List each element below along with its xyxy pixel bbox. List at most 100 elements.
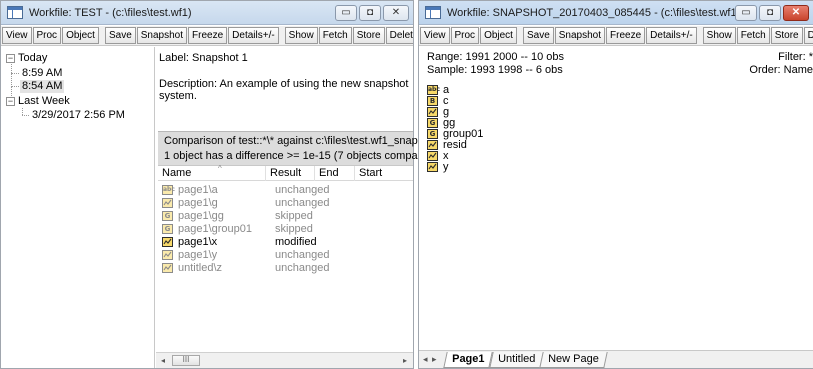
workfile-icon	[425, 6, 441, 19]
toolbar-button-delete[interactable]: Delete	[385, 27, 413, 44]
toolbar-button-proc[interactable]: Proc	[450, 27, 480, 44]
scroll-left-icon[interactable]: ◂	[161, 356, 165, 365]
tree-group-today[interactable]: Today	[18, 52, 47, 65]
tab-page1[interactable]: Page1	[443, 352, 494, 368]
toolbar-button-view[interactable]: View	[420, 27, 450, 44]
title-bar[interactable]: Workfile: TEST - (c:\files\test.wf1) ▭ ◘…	[1, 1, 413, 25]
comparison-row[interactable]: page1\g unchanged	[162, 197, 413, 210]
comparison-result: unchanged	[275, 197, 330, 209]
group-icon: G	[162, 224, 173, 234]
toolbar-button-save[interactable]: Save	[104, 27, 136, 44]
toolbar-button-snapshot[interactable]: Snapshot	[136, 27, 188, 44]
tab-scroll-left-icon[interactable]: ◂	[423, 354, 428, 365]
tab-label: Untitled	[498, 353, 536, 365]
tree-line	[11, 86, 19, 87]
group-icon: G	[427, 129, 438, 139]
restore-button[interactable]: ◘	[359, 4, 381, 21]
toolbar-button-show[interactable]: Show	[702, 27, 736, 44]
toolbar-button-snapshot[interactable]: Snapshot	[554, 27, 606, 44]
object-name: page1\a	[178, 184, 218, 196]
workfile-sample[interactable]: Sample: 1993 1998 -- 6 obs	[427, 64, 563, 76]
tree-line	[11, 64, 12, 87]
comparison-result: unchanged	[275, 262, 330, 274]
close-button[interactable]: ✕	[383, 4, 409, 21]
toolbar-button-show[interactable]: Show	[284, 27, 318, 44]
order-label[interactable]: Order: Name	[749, 64, 813, 77]
series-icon	[427, 151, 438, 161]
toolbar-button-store[interactable]: Store	[770, 27, 803, 44]
object-name: page1\x	[178, 236, 218, 248]
restore-button[interactable]: ◘	[759, 4, 781, 21]
series-icon	[427, 162, 438, 172]
collapse-last-week-button[interactable]: −	[6, 97, 15, 106]
snapshot-description-cont: system.	[159, 90, 197, 102]
toolbar-button-fetch[interactable]: Fetch	[736, 27, 770, 44]
toolbar: View Proc Object Save Snapshot Freeze Details+…	[1, 26, 413, 46]
coefficient-icon: B	[427, 96, 438, 106]
toolbar-button-details-[interactable]: Details+/-	[646, 27, 697, 44]
snapshot-description: Description: An example of using the new…	[159, 78, 409, 90]
comparison-summary: Comparison of test::*\* against c:\files…	[158, 131, 435, 165]
toolbar-button-object[interactable]: Object	[480, 27, 517, 44]
window-title: Workfile: TEST - (c:\files\test.wf1)	[29, 6, 192, 19]
range-row: Range: 1991 2000 -- 10 obs Filter: *	[427, 51, 813, 64]
column-header-start[interactable]: Start	[355, 166, 415, 181]
toolbar-button-proc[interactable]: Proc	[32, 27, 62, 44]
collapse-today-button[interactable]: −	[6, 54, 15, 63]
title-bar[interactable]: Workfile: SNAPSHOT_20170403_085445 - (c:…	[419, 1, 813, 25]
column-header-name[interactable]: Name	[158, 166, 266, 181]
object-name: page1\g	[178, 197, 218, 209]
toolbar-button-fetch[interactable]: Fetch	[318, 27, 352, 44]
object-name: page1\y	[178, 249, 218, 261]
tab-new-page[interactable]: New Page	[539, 352, 608, 368]
toolbar-button-details-[interactable]: Details+/-	[228, 27, 279, 44]
object-name: y	[443, 161, 449, 173]
minimize-button[interactable]: ▭	[335, 4, 357, 21]
toolbar-button-store[interactable]: Store	[352, 27, 385, 44]
page-tabs: ◂ ▸ Page1 Untitled New Page	[419, 350, 813, 368]
alpha-series-icon: abc	[427, 85, 440, 95]
snapshot-tree: − Today 8:59 AM 8:54 AM − Last Week 3/29…	[1, 47, 155, 368]
comparison-row[interactable]: Gpage1\gg skipped	[162, 210, 413, 223]
window-title: Workfile: SNAPSHOT_20170403_085445 - (c:…	[447, 6, 735, 19]
minimize-button[interactable]: ▭	[735, 4, 757, 21]
group-icon: G	[427, 118, 438, 128]
scroll-right-icon[interactable]: ▸	[403, 356, 407, 365]
series-icon	[427, 107, 438, 117]
column-header-end[interactable]: End	[315, 166, 355, 181]
toolbar-button-view[interactable]: View	[2, 27, 32, 44]
tab-label: New Page	[548, 353, 599, 365]
toolbar-button-object[interactable]: Object	[62, 27, 99, 44]
tab-scroll-right-icon[interactable]: ▸	[432, 354, 437, 365]
toolbar-button-delete[interactable]: Delete	[803, 27, 813, 44]
tree-group-last-week[interactable]: Last Week	[18, 95, 70, 108]
workfile-icon	[7, 6, 23, 19]
group-icon: G	[162, 211, 173, 221]
comparison-row[interactable]: Gpage1\group01 skipped	[162, 223, 413, 236]
comparison-row[interactable]: abc page1\a unchanged	[162, 184, 413, 197]
tab-label: Page1	[452, 353, 485, 365]
workfile-test-window[interactable]: Workfile: TEST - (c:\files\test.wf1) ▭ ◘…	[0, 0, 435, 369]
workfile-snapshot-window[interactable]: Workfile: SNAPSHOT_20170403_085445 - (c:…	[418, 0, 813, 369]
comparison-target-text: Comparison of test::*\* against c:\files…	[164, 135, 435, 147]
comparison-row[interactable]: page1\y unchanged	[162, 249, 413, 262]
close-button[interactable]: ✕	[783, 4, 809, 21]
toolbar-button-save[interactable]: Save	[522, 27, 554, 44]
toolbar-button-freeze[interactable]: Freeze	[188, 27, 228, 44]
comparison-row[interactable]: untitled\z unchanged	[162, 262, 413, 275]
toolbar-button-freeze[interactable]: Freeze	[606, 27, 646, 44]
comparison-row[interactable]: page1\x modified	[162, 236, 413, 249]
horizontal-scrollbar[interactable]: ◂ III ▸	[156, 352, 413, 368]
workfile-range[interactable]: Range: 1991 2000 -- 10 obs	[427, 51, 564, 63]
filter-label[interactable]: Filter: *	[778, 51, 813, 64]
tree-item-snapshot[interactable]: 3/29/2017 2:56 PM	[32, 109, 125, 122]
tree-line	[22, 115, 29, 116]
object-name: untitled\z	[178, 262, 223, 274]
tab-untitled[interactable]: Untitled	[489, 352, 544, 368]
sort-caret-icon: ^	[218, 164, 222, 173]
comparison-result: skipped	[275, 210, 313, 222]
column-header-result[interactable]: Result	[266, 166, 315, 181]
scroll-thumb[interactable]: III	[172, 355, 200, 366]
tree-item-snapshot-selected[interactable]: 8:54 AM	[20, 80, 65, 93]
tree-item-snapshot[interactable]: 8:59 AM	[22, 67, 62, 80]
